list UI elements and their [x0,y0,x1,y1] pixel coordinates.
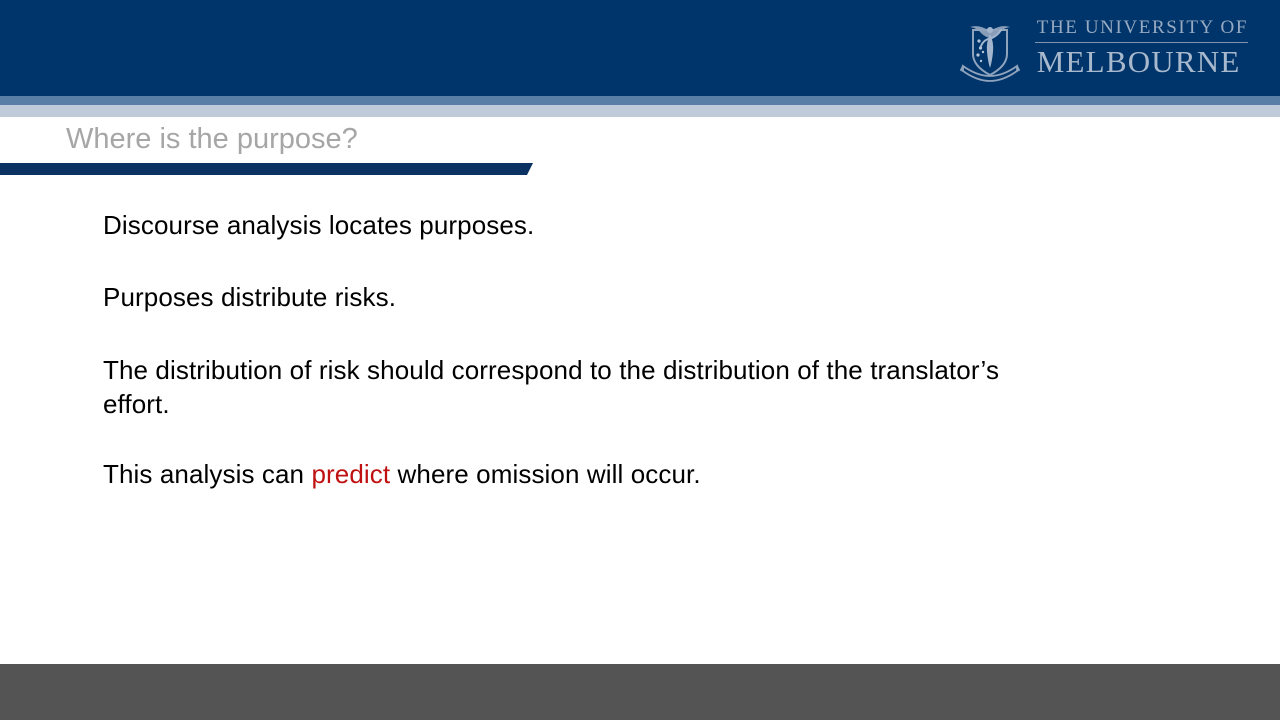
slide-canvas: THE UNIVERSITY OF MELBOURNE Where is the… [0,0,1280,720]
slide-body: Discourse analysis locates purposes. Pur… [103,208,1103,492]
page-title: Where is the purpose? [66,123,358,155]
body-line-4: This analysis can predict where omission… [103,457,1103,491]
logo-wordmark: THE UNIVERSITY OF MELBOURNE [1034,16,1248,80]
logo-divider-rule [1034,41,1248,43]
university-logo: THE UNIVERSITY OF MELBOURNE [959,14,1248,84]
footer-band [0,664,1280,720]
body-line-3: The distribution of risk should correspo… [103,354,1000,419]
title-underline-bar [0,163,533,175]
body-line-1: Discourse analysis locates purposes. [103,210,535,240]
body-line-4-highlight: predict [311,459,391,490]
university-crest-icon [959,26,1020,82]
body-line-4-prefix: This analysis can [103,459,312,490]
body-line-2: Purposes distribute risks. [103,282,397,313]
header-stripe-light [0,105,1280,117]
logo-line-university: THE UNIVERSITY OF [1036,16,1248,38]
header-stripe-slate [0,96,1280,105]
body-line-4-suffix: where omission will occur. [390,459,701,490]
logo-line-melbourne: MELBOURNE [1036,43,1241,79]
